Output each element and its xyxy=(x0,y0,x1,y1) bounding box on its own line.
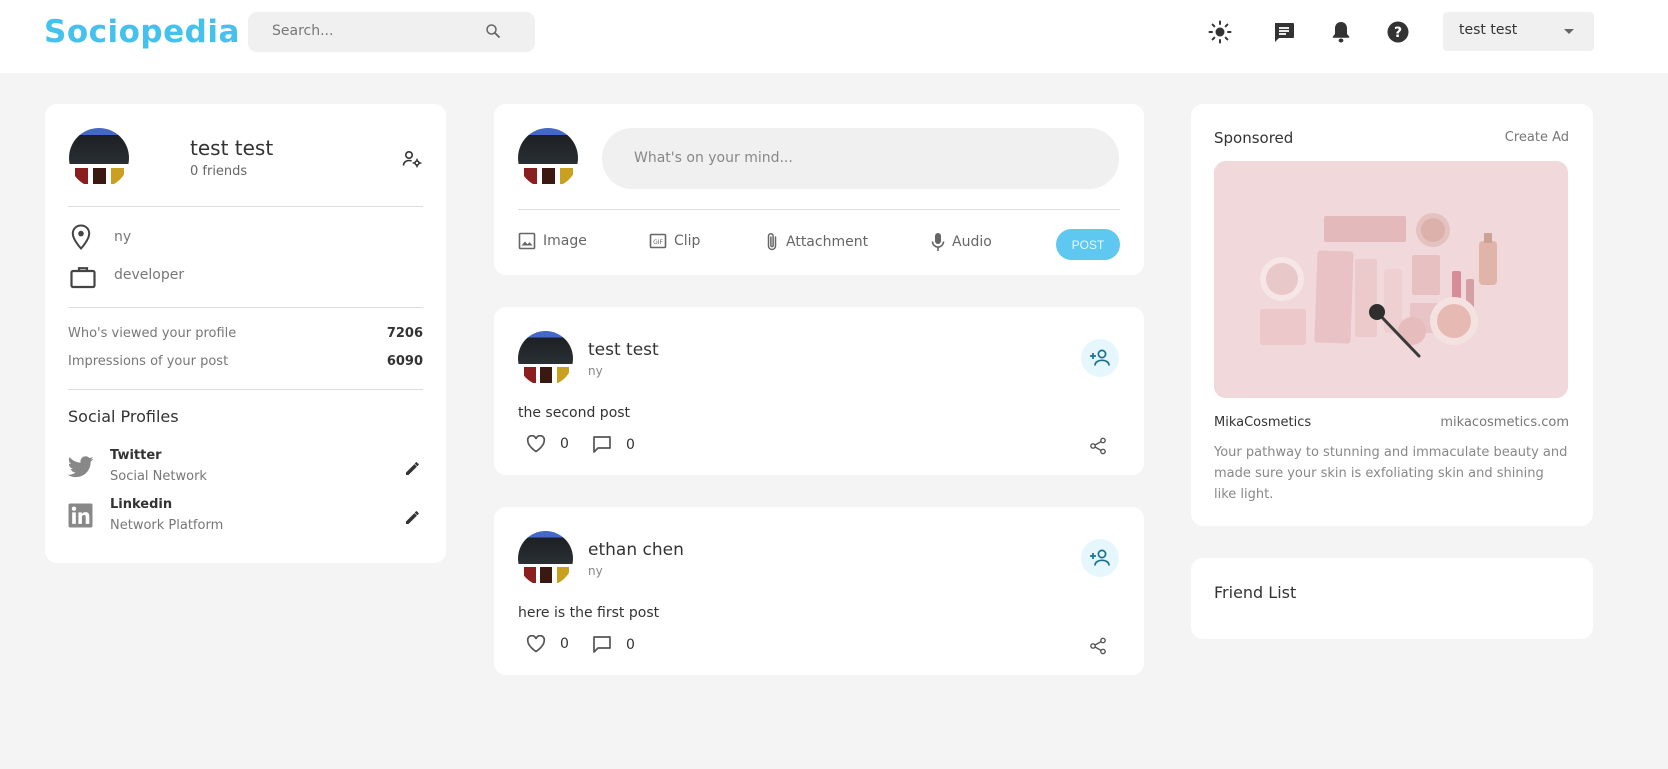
comment-button[interactable]: 0 xyxy=(592,635,635,654)
search-bar[interactable]: Search... xyxy=(248,12,535,52)
twitter-icon xyxy=(67,456,94,482)
svg-text:GIF: GIF xyxy=(653,239,663,246)
light-mode-icon[interactable] xyxy=(1207,19,1233,45)
image-icon xyxy=(518,232,536,250)
heart-icon xyxy=(526,635,546,653)
like-count: 0 xyxy=(560,636,569,652)
gif-icon: GIF xyxy=(649,233,667,249)
user-select-name: test test xyxy=(1459,22,1518,38)
ad-image[interactable] xyxy=(1214,161,1568,398)
avatar[interactable] xyxy=(518,331,573,386)
avatar[interactable] xyxy=(518,128,578,188)
comment-icon xyxy=(593,636,611,653)
post-author-location: ny xyxy=(588,564,603,578)
navbar: Sociopedia Search... ? test test xyxy=(0,0,1668,73)
location-icon xyxy=(71,224,91,254)
attachment-button[interactable]: Attachment xyxy=(765,232,868,252)
add-friend-button[interactable] xyxy=(1081,339,1119,377)
post-description: the second post xyxy=(518,405,631,421)
clip-label: Clip xyxy=(674,233,701,249)
notification-icon[interactable] xyxy=(1328,19,1354,45)
divider xyxy=(68,206,423,207)
user-select[interactable]: test test xyxy=(1443,12,1594,51)
microphone-icon xyxy=(931,233,945,251)
friend-list-widget: Friend List xyxy=(1191,558,1593,639)
stat-value: 6090 xyxy=(386,354,423,369)
work-icon xyxy=(70,265,96,293)
stat-label: Impressions of your post xyxy=(68,354,229,369)
edit-icon[interactable] xyxy=(404,459,422,481)
like-button[interactable]: 0 xyxy=(526,435,569,453)
attachment-icon xyxy=(767,232,777,251)
sponsored-heading: Sponsored xyxy=(1214,129,1294,147)
location-text: ny xyxy=(114,229,132,245)
social-type: Network Platform xyxy=(110,518,224,533)
post-input[interactable]: What's on your mind... xyxy=(602,128,1119,189)
logo[interactable]: Sociopedia xyxy=(44,14,240,50)
ad-site-link[interactable]: mikacosmetics.com xyxy=(1440,415,1569,430)
avatar[interactable] xyxy=(69,128,129,188)
divider xyxy=(518,209,1120,210)
friends-count: 0 friends xyxy=(190,164,248,179)
share-icon[interactable] xyxy=(1089,637,1107,659)
ad-description: Your pathway to stunning and immaculate … xyxy=(1214,445,1568,502)
chevron-down-icon xyxy=(1564,29,1574,34)
like-count: 0 xyxy=(560,436,569,452)
divider xyxy=(68,307,423,308)
user-name[interactable]: test test xyxy=(190,136,273,160)
comment-button[interactable]: 0 xyxy=(592,435,635,454)
user-widget: test test 0 friends ny developer Who's v… xyxy=(45,104,446,563)
comment-count: 0 xyxy=(626,436,635,453)
post-author-location: ny xyxy=(588,364,603,378)
post-button[interactable]: POST xyxy=(1056,229,1120,260)
post-author-name[interactable]: test test xyxy=(588,340,659,360)
share-icon[interactable] xyxy=(1089,437,1107,459)
heart-icon xyxy=(526,435,546,453)
comment-count: 0 xyxy=(626,636,635,653)
post-card: ethan chen ny here is the first post 0 0 xyxy=(494,507,1144,675)
edit-icon[interactable] xyxy=(404,508,422,530)
social-profiles-heading: Social Profiles xyxy=(68,407,179,426)
message-icon[interactable] xyxy=(1271,19,1297,45)
manage-account-icon[interactable] xyxy=(402,149,422,173)
social-name: Twitter xyxy=(110,448,162,463)
post-author-name[interactable]: ethan chen xyxy=(588,540,684,560)
image-button[interactable]: Image xyxy=(518,232,587,250)
post-card: test test ny the second post 0 0 xyxy=(494,307,1144,475)
post-description: here is the first post xyxy=(518,605,660,621)
attachment-label: Attachment xyxy=(786,234,869,250)
create-ad-link[interactable]: Create Ad xyxy=(1505,130,1569,145)
post-form: What's on your mind... Image GIF Clip At… xyxy=(494,104,1144,275)
comment-icon xyxy=(593,436,611,453)
person-add-icon xyxy=(1090,549,1110,566)
search-icon[interactable] xyxy=(484,22,502,44)
like-button[interactable]: 0 xyxy=(526,635,569,653)
search-input[interactable]: Search... xyxy=(272,23,333,39)
occupation-text: developer xyxy=(114,267,185,283)
stat-label: Who's viewed your profile xyxy=(68,326,237,341)
add-friend-button[interactable] xyxy=(1081,539,1119,577)
audio-label: Audio xyxy=(952,234,992,250)
clip-button[interactable]: GIF Clip xyxy=(649,232,700,250)
svg-text:?: ? xyxy=(1394,25,1402,41)
divider xyxy=(68,389,423,390)
linkedin-icon xyxy=(68,503,93,532)
help-icon[interactable]: ? xyxy=(1385,19,1411,45)
avatar[interactable] xyxy=(518,531,573,586)
ad-company: MikaCosmetics xyxy=(1214,415,1312,430)
friend-list-heading: Friend List xyxy=(1214,583,1297,602)
post-input-placeholder: What's on your mind... xyxy=(634,150,793,166)
stat-value: 7206 xyxy=(386,326,423,341)
social-type: Social Network xyxy=(110,469,207,484)
image-label: Image xyxy=(543,233,587,249)
audio-button[interactable]: Audio xyxy=(931,232,992,252)
social-name: Linkedin xyxy=(110,497,173,512)
sponsored-widget: Sponsored Create Ad MikaCosmetics mikaco… xyxy=(1191,104,1593,526)
person-add-icon xyxy=(1090,349,1110,366)
